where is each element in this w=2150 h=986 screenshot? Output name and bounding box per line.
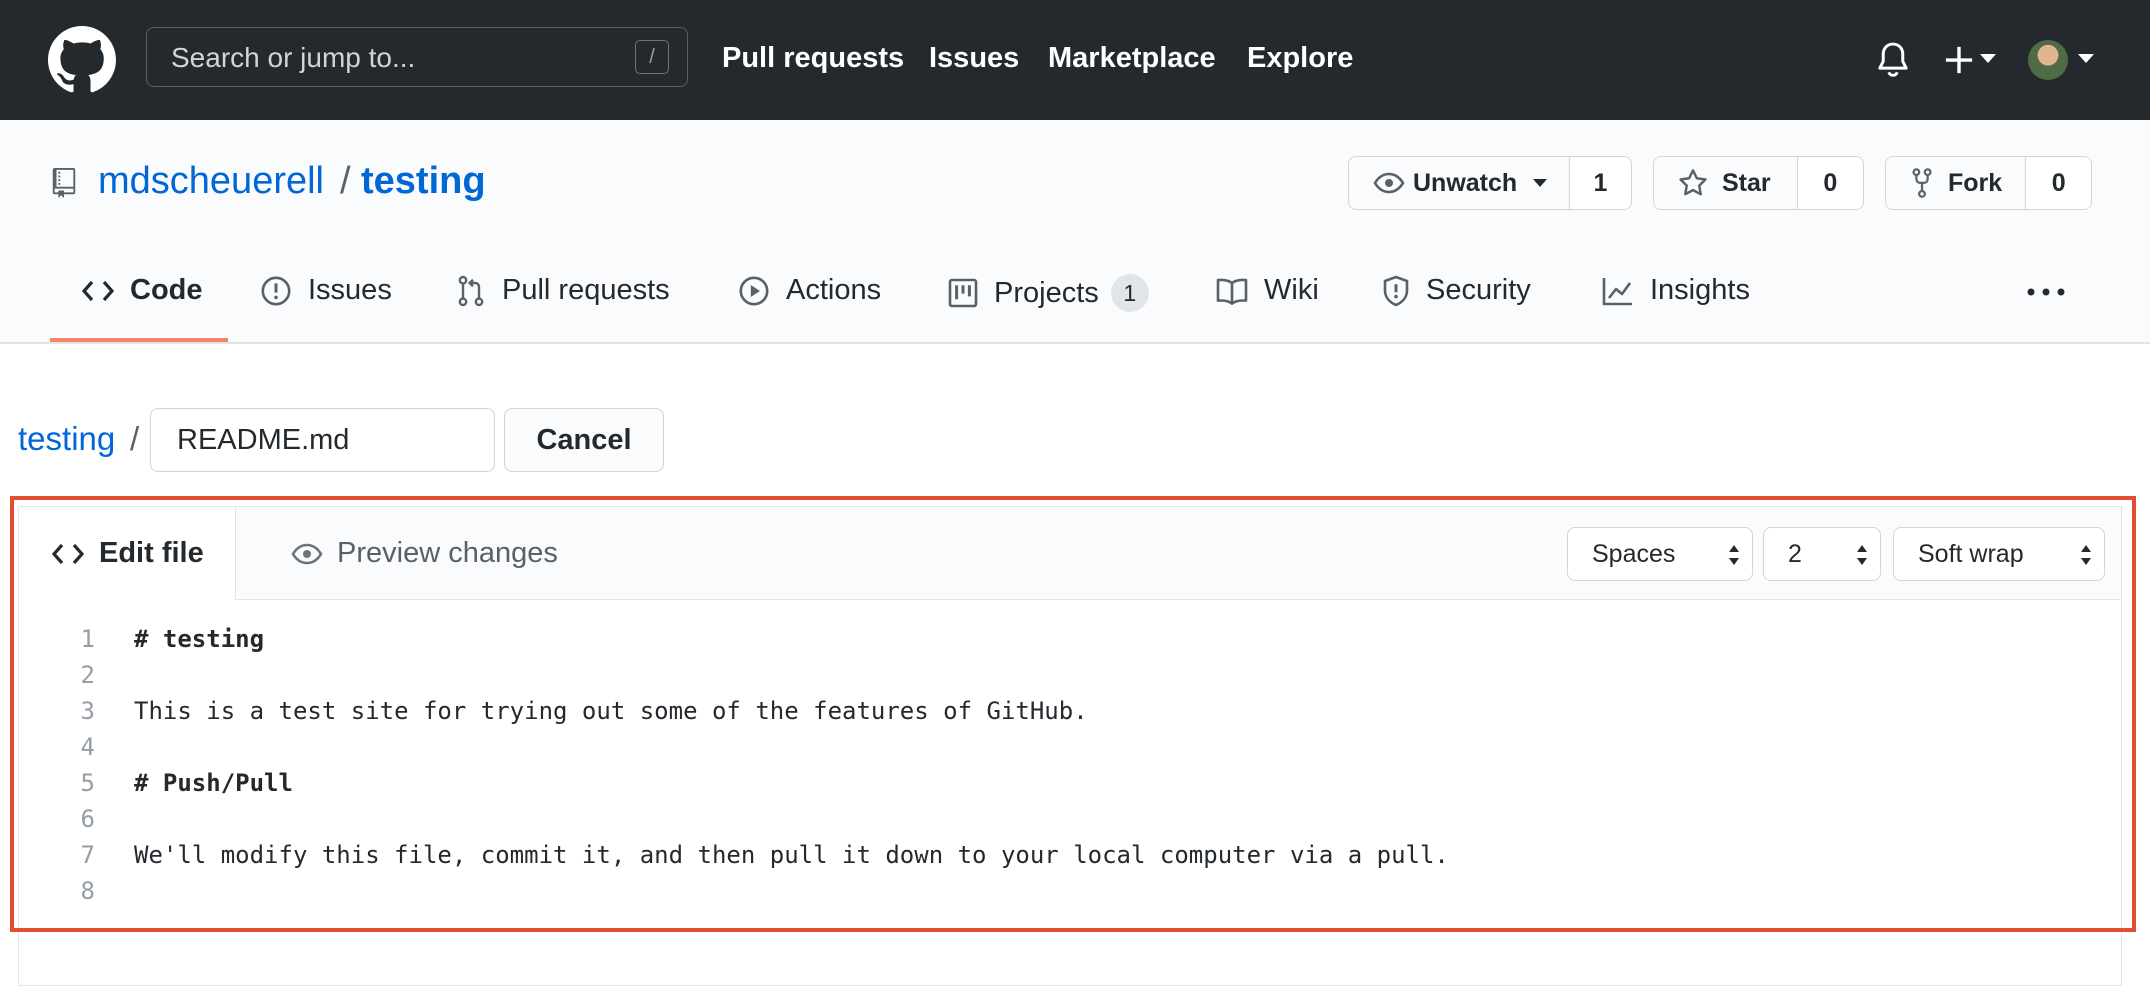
- tab-issues[interactable]: Issues: [260, 274, 392, 307]
- nav-pull-requests[interactable]: Pull requests: [722, 42, 904, 75]
- projects-counter: 1: [1110, 274, 1149, 312]
- more-options-icon[interactable]: [2026, 284, 2066, 300]
- user-avatar[interactable]: [2028, 40, 2068, 80]
- shield-icon: [1383, 275, 1409, 306]
- chevron-down-icon: [1533, 179, 1548, 187]
- issue-icon: [261, 276, 291, 305]
- highlight-annotation-box: [10, 496, 2136, 932]
- book-icon: [1216, 278, 1248, 305]
- nav-marketplace[interactable]: Marketplace: [1048, 42, 1216, 75]
- code-icon: [82, 280, 114, 301]
- active-tab-underline: [50, 338, 228, 342]
- tab-pull-requests-label: Pull requests: [502, 274, 670, 306]
- pull-request-icon: [458, 275, 484, 306]
- stars-count[interactable]: 0: [1796, 157, 1863, 209]
- star-icon: [1679, 169, 1707, 196]
- project-icon: [948, 278, 978, 308]
- fork-icon: [1912, 168, 1932, 198]
- search-shortcut-key: /: [635, 40, 669, 74]
- user-menu-caret-icon[interactable]: [2078, 54, 2094, 63]
- fork-button-group: Fork 0: [1885, 156, 2092, 210]
- create-new-caret-icon[interactable]: [1980, 54, 1996, 63]
- breadcrumb-repo-link[interactable]: testing: [18, 420, 115, 458]
- forks-count[interactable]: 0: [2025, 157, 2091, 209]
- repo-path-separator: /: [340, 160, 351, 202]
- cancel-button[interactable]: Cancel: [504, 408, 664, 472]
- star-button-group: Star 0: [1653, 156, 1864, 210]
- tab-actions-label: Actions: [786, 274, 882, 306]
- tab-issues-label: Issues: [308, 274, 392, 306]
- tab-security-label: Security: [1426, 274, 1531, 306]
- tab-insights-label: Insights: [1650, 274, 1750, 306]
- tab-wiki[interactable]: Wiki: [1216, 274, 1319, 307]
- eye-icon: [1373, 172, 1405, 194]
- search-input[interactable]: Search or jump to... /: [146, 27, 688, 87]
- play-icon: [739, 276, 769, 305]
- star-label: Star: [1722, 168, 1771, 197]
- nav-issues[interactable]: Issues: [929, 42, 1019, 75]
- unwatch-button[interactable]: Unwatch: [1349, 157, 1569, 209]
- tab-projects-label: Projects: [994, 276, 1099, 309]
- global-header: Search or jump to... / Pull requests Iss…: [0, 0, 2150, 120]
- github-logo-icon[interactable]: [48, 26, 116, 94]
- tab-projects[interactable]: Projects 1: [948, 274, 1149, 312]
- breadcrumb-separator: /: [130, 420, 140, 457]
- unwatch-label: Unwatch: [1413, 168, 1518, 197]
- filename-input[interactable]: README.md: [150, 408, 495, 472]
- graph-icon: [1602, 277, 1632, 305]
- tab-code[interactable]: Code: [82, 274, 203, 307]
- star-button[interactable]: Star: [1654, 157, 1797, 209]
- repo-owner-link[interactable]: mdscheuerell: [98, 160, 324, 203]
- tab-wiki-label: Wiki: [1264, 274, 1319, 306]
- fork-button[interactable]: Fork: [1886, 157, 2025, 209]
- watch-button-group: Unwatch 1: [1348, 156, 1632, 210]
- tab-pull-requests[interactable]: Pull requests: [456, 274, 670, 307]
- tab-actions[interactable]: Actions: [738, 274, 881, 307]
- bell-icon[interactable]: [1876, 40, 1910, 80]
- repo-icon: [52, 168, 76, 198]
- search-placeholder: Search or jump to...: [171, 42, 416, 73]
- fork-label: Fork: [1948, 168, 2003, 197]
- tab-insights[interactable]: Insights: [1602, 274, 1750, 307]
- nav-explore[interactable]: Explore: [1247, 42, 1353, 75]
- tab-security[interactable]: Security: [1382, 274, 1531, 307]
- tab-code-label: Code: [130, 274, 203, 306]
- watchers-count[interactable]: 1: [1569, 157, 1631, 209]
- repo-name-link[interactable]: testing: [361, 160, 486, 203]
- plus-icon[interactable]: [1944, 42, 1974, 78]
